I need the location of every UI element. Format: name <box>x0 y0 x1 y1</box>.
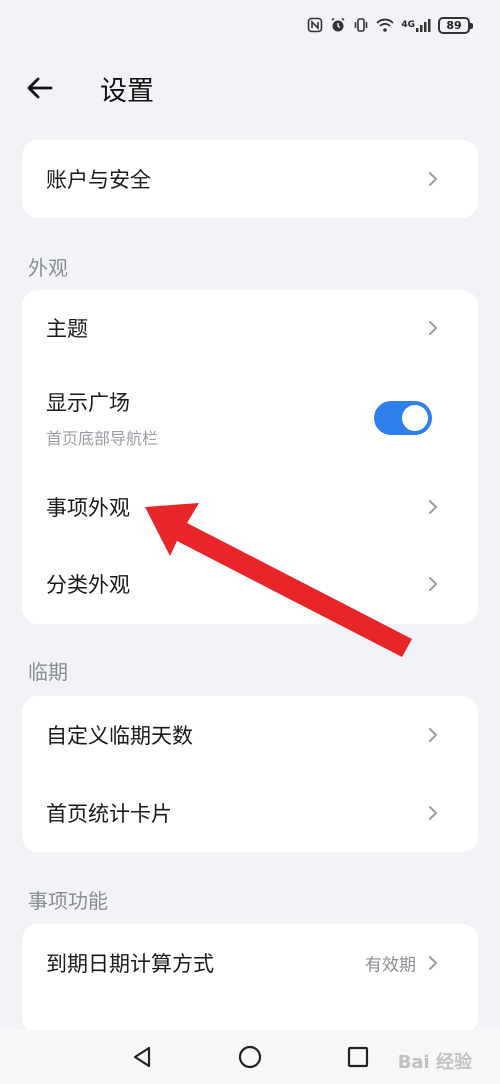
page-title: 设置 <box>100 75 154 107</box>
settings-screen: 4G 89 设置 账户与安全 外观 主题 显示广场 首页底部导航栏 事项外观 分… <box>0 0 500 1084</box>
row-label: 显示广场 <box>46 391 130 415</box>
battery-icon: 89 <box>438 16 473 34</box>
row-item-appearance[interactable]: 事项外观 <box>22 470 478 544</box>
row-category-appearance[interactable]: 分类外观 <box>22 544 478 624</box>
chevron-right-icon <box>426 170 440 188</box>
row-custom-expiry-days[interactable]: 自定义临期天数 <box>22 696 478 774</box>
nav-recents-button[interactable] <box>343 1042 373 1072</box>
nav-home-button[interactable] <box>235 1042 265 1072</box>
row-label: 事项外观 <box>46 496 130 520</box>
row-label: 账户与安全 <box>46 168 151 192</box>
row-show-plaza[interactable]: 显示广场 首页底部导航栏 <box>22 366 478 470</box>
arrow-left-icon <box>27 77 53 99</box>
row-text-group: 显示广场 首页底部导航栏 <box>46 387 158 449</box>
row-value: 有效期 <box>365 955 416 976</box>
signal-icon: 4G <box>401 17 431 33</box>
alarm-icon <box>330 17 346 33</box>
watermark: Bai 经验 <box>397 1052 472 1073</box>
features-card: 到期日期计算方式 有效期 <box>22 924 478 1034</box>
section-label-features: 事项功能 <box>28 889 108 913</box>
chevron-right-icon <box>426 726 440 744</box>
show-plaza-toggle[interactable] <box>374 401 432 435</box>
appearance-card: 主题 显示广场 首页底部导航栏 事项外观 分类外观 <box>22 290 478 624</box>
row-label: 主题 <box>46 317 88 341</box>
row-account-security[interactable]: 账户与安全 <box>22 140 478 218</box>
status-bar: 4G 89 <box>0 0 500 50</box>
account-card: 账户与安全 <box>22 140 478 218</box>
row-subtitle: 首页底部导航栏 <box>46 429 159 448</box>
row-label: 到期日期计算方式 <box>46 952 214 976</box>
nav-back-button[interactable] <box>127 1042 157 1072</box>
row-expiry-calc-method[interactable]: 到期日期计算方式 有效期 <box>22 924 478 1002</box>
wifi-icon <box>376 17 394 33</box>
row-theme[interactable]: 主题 <box>22 290 478 366</box>
network-type: 4G <box>401 19 415 30</box>
chevron-right-icon <box>426 954 440 972</box>
chevron-right-icon <box>426 804 440 822</box>
vibrate-icon <box>353 17 369 33</box>
section-label-expiry: 临期 <box>28 660 68 684</box>
back-button[interactable] <box>20 68 60 108</box>
nfc-icon <box>307 17 323 33</box>
row-home-stats-card[interactable]: 首页统计卡片 <box>22 774 478 852</box>
section-label-appearance: 外观 <box>28 256 68 280</box>
row-label: 自定义临期天数 <box>46 724 193 748</box>
expiry-card: 自定义临期天数 首页统计卡片 <box>22 696 478 852</box>
row-label: 首页统计卡片 <box>46 802 172 826</box>
row-label: 分类外观 <box>46 573 130 597</box>
circle-home-icon <box>238 1045 262 1069</box>
header: 设置 <box>0 58 500 118</box>
chevron-right-icon <box>426 575 440 593</box>
chevron-right-icon <box>426 319 440 337</box>
chevron-right-icon <box>426 498 440 516</box>
square-recents-icon <box>347 1046 369 1068</box>
triangle-back-icon <box>133 1046 151 1068</box>
toggle-knob <box>402 405 428 431</box>
